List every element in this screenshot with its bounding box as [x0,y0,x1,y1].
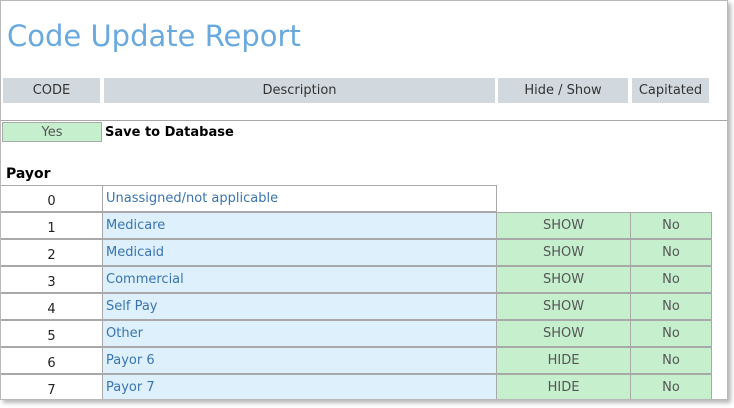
row-capitated[interactable]: No [630,320,712,347]
row-description[interactable]: Other [102,320,497,347]
table-row: 6 Payor 6 HIDE No [1,347,713,374]
row-code: 4 [1,293,103,320]
row-description[interactable]: Self Pay [102,293,497,320]
row-description[interactable]: Payor 7 [102,374,497,399]
row-description[interactable]: Medicare [102,212,497,239]
row-code: 7 [1,374,103,399]
row-hide-show-toggle[interactable]: HIDE [496,347,631,374]
row-code: 1 [1,212,103,239]
row-capitated[interactable]: No [630,293,712,320]
row-hide-show-toggle[interactable]: SHOW [496,320,631,347]
row-capitated[interactable]: No [630,374,712,399]
row-description[interactable]: Unassigned/not applicable [102,185,497,212]
section-title-payor: Payor [6,166,51,182]
column-header-description: Description [104,78,495,103]
header-divider [1,120,727,121]
row-capitated[interactable]: No [630,266,712,293]
report-sheet: Code Update Report CODE Description Hide… [0,0,728,400]
row-hide-show-toggle[interactable]: SHOW [496,212,631,239]
table-row: 2 Medicaid SHOW No [1,239,713,266]
row-capitated[interactable]: No [630,347,712,374]
row-hide-show-toggle[interactable]: SHOW [496,293,631,320]
row-hide-show-toggle[interactable]: SHOW [496,239,631,266]
table-row: 4 Self Pay SHOW No [1,293,713,320]
table-row: 5 Other SHOW No [1,320,713,347]
row-code: 5 [1,320,103,347]
table-row: 7 Payor 7 HIDE No [1,374,713,399]
table-row: 1 Medicare SHOW No [1,212,713,239]
row-hide-show-toggle[interactable]: SHOW [496,266,631,293]
column-header-hide-show: Hide / Show [498,78,628,103]
column-header-code: CODE [3,78,100,103]
row-capitated[interactable]: No [630,212,712,239]
table-row: 3 Commercial SHOW No [1,266,713,293]
row-description[interactable]: Medicaid [102,239,497,266]
row-code: 6 [1,347,103,374]
save-to-database-toggle[interactable]: Yes [2,122,102,142]
row-description[interactable]: Commercial [102,266,497,293]
row-hide-show-toggle[interactable]: HIDE [496,374,631,399]
page-title: Code Update Report [7,19,301,53]
row-capitated[interactable]: No [630,239,712,266]
table-row: 0 Unassigned/not applicable [1,185,713,212]
row-code: 0 [1,185,103,212]
row-code: 2 [1,239,103,266]
column-header-capitated: Capitated [632,78,709,103]
row-description[interactable]: Payor 6 [102,347,497,374]
row-code: 3 [1,266,103,293]
save-to-database-label: Save to Database [105,125,234,140]
